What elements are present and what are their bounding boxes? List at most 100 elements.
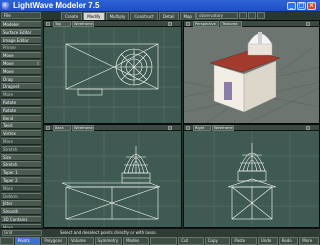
tool-label: Stretch <box>3 146 18 152</box>
tool-3d-contains-button[interactable]: 3D Contains <box>1 216 41 223</box>
menu-row: File Create Modify Multiply Construct De… <box>0 12 320 20</box>
tool-label: More <box>3 185 13 191</box>
bottom-bar: Points Polygons Volume Symmetry Modes Cu… <box>0 237 320 245</box>
tool-dragnet-button[interactable]: Dragnet <box>1 83 41 91</box>
viewport-back[interactable]: Back Wireframe <box>43 124 182 228</box>
sel-mode-icon[interactable] <box>0 237 14 245</box>
window-title: LightWave Modeler 7.5 <box>13 1 100 10</box>
tool-label: Primer <box>3 45 17 51</box>
tool-more-button[interactable]: More <box>1 91 41 99</box>
viewport-top[interactable]: Top Wireframe <box>43 20 182 124</box>
tab-modify[interactable]: Modify <box>83 12 105 20</box>
tab-map[interactable]: Map <box>179 12 196 20</box>
undo-button[interactable]: Undo <box>257 237 278 245</box>
modeler-window: LightWave Modeler 7.5 _ □ × File Create … <box>0 0 320 245</box>
tool-label: Taper 2 <box>3 178 18 183</box>
tool-shortcut: t <box>37 61 39 66</box>
tool-vortex-button[interactable]: Vortex <box>1 130 41 138</box>
tool-size-button[interactable]: Size <box>1 153 41 161</box>
tool-label: Rotate <box>3 100 17 105</box>
tool-label: Modeler <box>3 22 20 27</box>
tool-deform-button[interactable]: Deform <box>1 192 41 200</box>
viewport-move-icon[interactable] <box>46 22 50 26</box>
perspective-canvas <box>184 32 319 123</box>
tool-move-button[interactable]: Move <box>1 52 41 60</box>
maximize-viewport-icon[interactable] <box>306 126 310 130</box>
viewport-move-icon[interactable] <box>186 22 190 26</box>
tool-label: 3D Contains <box>3 217 28 222</box>
close-button[interactable]: × <box>307 2 316 10</box>
tool-rotate-button[interactable]: Rotate <box>1 106 41 114</box>
status-row: Grid Select and deselect points directly… <box>0 228 320 237</box>
polygons-mode-button[interactable]: Polygons <box>41 237 67 245</box>
tab-multiply[interactable]: Multiply <box>105 12 130 20</box>
tool-jitter-button[interactable]: Jitter <box>1 200 41 208</box>
top-view-canvas <box>44 27 181 123</box>
tool-label: More <box>3 139 13 144</box>
points-mode-button[interactable]: Points <box>14 237 41 245</box>
viewport-move-icon[interactable] <box>46 126 50 130</box>
tool-drag-button[interactable]: Drag <box>1 75 41 83</box>
tool-label: Size <box>3 154 12 160</box>
more-button[interactable]: More <box>299 237 319 245</box>
tool-label: Rotate <box>3 107 17 113</box>
title-bar: LightWave Modeler 7.5 _ □ × <box>0 0 320 12</box>
tool-stretch-button[interactable]: Stretch <box>1 145 41 153</box>
tab-detail[interactable]: Detail <box>158 12 179 20</box>
copy-button[interactable]: Copy <box>204 237 231 245</box>
tool-more-button[interactable]: More <box>1 138 41 145</box>
tool-label: Taper 1 <box>3 170 18 176</box>
tool-label: Surface Editor <box>3 29 32 35</box>
modes-button[interactable]: Modes <box>123 237 149 245</box>
viewport-perspective[interactable]: Perspective Textured <box>183 20 320 124</box>
object-layer-area: observatory <box>196 12 320 20</box>
tab-create[interactable]: Create <box>61 12 83 20</box>
redo-button[interactable]: Redo <box>278 237 299 245</box>
volume-button[interactable]: Volume <box>67 237 94 245</box>
tool-label: Image Editor <box>3 37 29 43</box>
tool-taper-1-button[interactable]: Taper 1 <box>1 169 41 177</box>
file-menu[interactable]: File <box>1 12 41 19</box>
tool-label: Move <box>3 68 14 74</box>
tab-construct[interactable]: Construct <box>130 12 158 20</box>
cut-button[interactable]: Cut <box>178 237 204 245</box>
spacer-box <box>149 237 178 245</box>
tool-label: Smooth <box>3 209 19 215</box>
tool-move-button[interactable]: Move t <box>1 60 41 67</box>
tool-move-button[interactable]: Move <box>1 67 41 75</box>
tool-label: Jitter <box>3 201 13 207</box>
tool-twist-button[interactable]: Twist <box>1 122 41 130</box>
layer-box-3[interactable] <box>257 12 265 19</box>
maximize-viewport-icon[interactable] <box>168 22 172 26</box>
tool-panel: Modeler Surface Editor Image Editor Primer M… <box>0 20 42 235</box>
tool-label: Stretch <box>3 162 18 168</box>
tool-primer-button[interactable]: Primer <box>1 44 41 52</box>
tool-label: Bend <box>3 115 14 121</box>
tool-image-editor-button[interactable]: Image Editor <box>1 36 41 44</box>
layer-box-2[interactable] <box>248 12 256 19</box>
tool-taper-2-button[interactable]: Taper 2 <box>1 177 41 184</box>
layer-box-1[interactable] <box>239 12 247 19</box>
viewport-move-icon[interactable] <box>186 126 190 130</box>
tool-bend-button[interactable]: Bend <box>1 114 41 122</box>
minimize-button[interactable]: _ <box>287 2 296 10</box>
tool-label: Dragnet <box>3 84 20 90</box>
object-selector[interactable]: observatory <box>196 12 238 19</box>
tool-label: More <box>3 92 13 98</box>
tool-surface-editor-button[interactable]: Surface Editor <box>1 28 41 36</box>
tool-rotate-button[interactable]: Rotate <box>1 99 41 106</box>
viewport-right[interactable]: Right Wireframe <box>183 124 320 228</box>
symmetry-button[interactable]: Symmetry <box>94 237 123 245</box>
tool-smooth-button[interactable]: Smooth <box>1 208 41 216</box>
right-view-canvas <box>184 131 319 227</box>
paste-button[interactable]: Paste <box>231 237 257 245</box>
tool-label: Twist <box>3 123 13 129</box>
tool-modeler-button[interactable]: Modeler <box>1 21 41 28</box>
tool-stretch-button[interactable]: Stretch <box>1 161 41 169</box>
tool-label: Drag <box>3 76 13 82</box>
maximize-viewport-icon[interactable] <box>306 22 310 26</box>
maximize-viewport-icon[interactable] <box>168 126 172 130</box>
maximize-button[interactable]: □ <box>297 2 306 10</box>
tool-label: Move <box>3 53 14 59</box>
tool-more-button[interactable]: More <box>1 184 41 192</box>
